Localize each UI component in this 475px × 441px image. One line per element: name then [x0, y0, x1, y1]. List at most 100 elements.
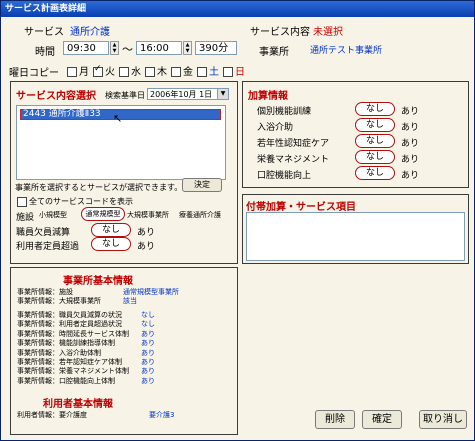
show-all-box[interactable] — [17, 196, 27, 207]
checkbox-icon[interactable] — [67, 67, 77, 77]
facility-label: 施設 — [16, 213, 35, 223]
weekday-label: 木 — [157, 67, 167, 78]
addition-ari-option[interactable]: あり — [401, 104, 419, 117]
user-info-label: 利用者情報：要介護度 — [17, 411, 87, 419]
weekday-4-checkbox[interactable]: 金 — [171, 67, 193, 78]
office-info-label: 事業所情報：口腔機能向上体制 — [17, 377, 115, 385]
over-capacity-ari[interactable]: あり — [137, 239, 155, 252]
facility-option-large[interactable]: 大規模事業所 — [127, 210, 169, 220]
checkbox-icon[interactable] — [223, 67, 233, 77]
service-content-value: 未選択 — [313, 27, 343, 38]
duration-field: 390分 — [195, 41, 237, 55]
office-info-title: 事業所基本情報 — [63, 276, 133, 287]
window-title: サービス計画表詳細 — [1, 1, 474, 17]
weekday-6-checkbox[interactable]: 日 — [223, 67, 245, 78]
addition-ari-option[interactable]: あり — [401, 136, 419, 149]
start-time-spinner[interactable]: ▲ ▼ — [110, 41, 119, 55]
addition-label: 若年性認知症ケア — [257, 139, 330, 149]
office-info-value: あり — [141, 367, 155, 375]
weekday-copy-label: 曜日コピー — [9, 68, 59, 79]
staff-shortage-nashi[interactable]: なし — [91, 223, 131, 237]
office-value: 通所テスト事業所 — [310, 46, 383, 56]
addition-ari-option[interactable]: あり — [401, 152, 419, 165]
service-select-title: サービス内容選択 — [16, 91, 96, 102]
service-select-panel: サービス内容選択 検索基準日 2006年10月 1日 ▼ 2443 通所介護Ⅱ3… — [10, 81, 238, 264]
checkbox-icon[interactable] — [145, 67, 155, 77]
end-time-spinner[interactable]: ▲ ▼ — [183, 41, 192, 55]
mouse-cursor-icon: ↖ — [113, 112, 123, 125]
facility-option-small[interactable]: 小規模型 — [39, 210, 67, 220]
weekday-label: 日 — [235, 67, 245, 78]
addition-panel: 加算情報 個別機能訓練 なし あり 入浴介助 なし あり 若年性認知症ケア なし あり 栄養マネジ… — [242, 81, 469, 188]
extra-items-list[interactable] — [246, 212, 465, 261]
office-info-value: なし — [141, 320, 155, 328]
office-info-label: 事業所情報：大規模事業所 — [17, 297, 101, 305]
weekday-label: 火 — [105, 67, 115, 78]
delete-button[interactable]: 削除 — [315, 410, 355, 429]
show-all-label: 全てのサービスコードを表示 — [29, 197, 133, 206]
over-capacity-nashi[interactable]: なし — [91, 237, 131, 251]
office-info-value: あり — [141, 339, 155, 347]
time-separator: 〜 — [122, 43, 133, 56]
over-capacity-label: 利用者定員超過 — [16, 242, 80, 252]
search-date-value: 2006年10月 1日 — [150, 90, 213, 99]
end-time-input[interactable]: 16:00 — [136, 41, 182, 55]
facility-option-normal[interactable]: 通常規模型 — [81, 207, 125, 221]
addition-ari-option[interactable]: あり — [401, 120, 419, 133]
weekday-label: 月 — [79, 67, 89, 78]
staff-shortage-label: 職員欠員減算 — [16, 228, 71, 238]
extra-items-panel: 付帯加算・サービス項目 — [242, 194, 469, 264]
checkbox-icon[interactable] — [197, 67, 207, 77]
start-time-input[interactable]: 09:30 — [63, 41, 109, 55]
office-info-label: 事業所情報：栄養マネジメント体制 — [17, 367, 129, 375]
addition-nashi-option[interactable]: なし — [355, 134, 395, 148]
weekday-1-checkbox[interactable]: 火 — [93, 64, 115, 78]
addition-ari-option[interactable]: あり — [401, 168, 419, 181]
service-value: 通所介護 — [70, 27, 110, 38]
weekday-label: 水 — [131, 67, 141, 78]
addition-label: 栄養マネジメント — [257, 155, 330, 165]
office-info-value: あり — [141, 377, 155, 385]
weekday-3-checkbox[interactable]: 木 — [145, 67, 167, 78]
confirm-button[interactable]: 確定 — [362, 410, 402, 429]
checkbox-icon[interactable] — [119, 67, 129, 77]
facility-option-care[interactable]: 療養通所介護 — [179, 210, 221, 220]
addition-label: 入浴介助 — [257, 123, 294, 133]
weekday-0-checkbox[interactable]: 月 — [67, 67, 89, 78]
weekday-label: 土 — [209, 67, 219, 78]
addition-nashi-option[interactable]: なし — [355, 150, 395, 164]
office-info-panel: 事業所基本情報 事業所情報：施設 通常規模型事業所 事業所情報：大規模事業所 該当 事業… — [10, 267, 238, 435]
time-label: 時間 — [35, 47, 55, 58]
show-all-checkbox[interactable]: 全てのサービスコードを表示 — [17, 196, 133, 207]
addition-label: 口腔機能向上 — [257, 171, 312, 181]
office-info-label: 事業所情報：利用者定員超過状況 — [17, 320, 122, 328]
search-date-label: 検索基準日 — [105, 91, 145, 100]
office-label: 事業所 — [259, 47, 289, 58]
service-list[interactable]: 2443 通所介護Ⅱ33 ↖ — [16, 105, 226, 180]
addition-nashi-option[interactable]: なし — [355, 118, 395, 132]
service-content-label: サービス内容 — [250, 27, 310, 38]
office-info-value: 該当 — [123, 297, 137, 305]
extra-items-title: 付帯加算・サービス項目 — [246, 202, 356, 213]
user-info-title: 利用者基本情報 — [43, 399, 113, 410]
search-date-select[interactable]: 2006年10月 1日 ▼ — [147, 88, 229, 100]
weekday-label: 金 — [183, 67, 193, 78]
weekday-5-checkbox[interactable]: 土 — [197, 67, 219, 78]
cancel-button[interactable]: 取り消し — [419, 410, 467, 429]
weekday-checkboxes: 月火水木金土日 — [67, 63, 249, 78]
select-hint: 事業所を選択するとサービスが選択できます。 — [15, 183, 183, 192]
staff-shortage-ari[interactable]: あり — [137, 225, 155, 238]
addition-label: 個別機能訓練 — [257, 107, 312, 117]
user-info-value: 要介護3 — [149, 411, 175, 419]
decide-button[interactable]: 決定 — [182, 178, 222, 192]
weekday-2-checkbox[interactable]: 水 — [119, 67, 141, 78]
chevron-down-icon: ▼ — [217, 89, 228, 99]
service-label: サービス — [24, 27, 64, 38]
service-plan-detail-window: サービス計画表詳細 サービス 通所介護 サービス内容 未選択 時間 09:30 … — [0, 0, 475, 441]
checkbox-icon[interactable] — [171, 67, 181, 77]
addition-nashi-option[interactable]: なし — [355, 166, 395, 180]
checkbox-icon[interactable] — [93, 64, 103, 77]
office-info-label: 事業所情報：機能訓練指導体制 — [17, 339, 115, 347]
addition-nashi-option[interactable]: なし — [355, 102, 395, 116]
addition-title: 加算情報 — [248, 91, 288, 102]
